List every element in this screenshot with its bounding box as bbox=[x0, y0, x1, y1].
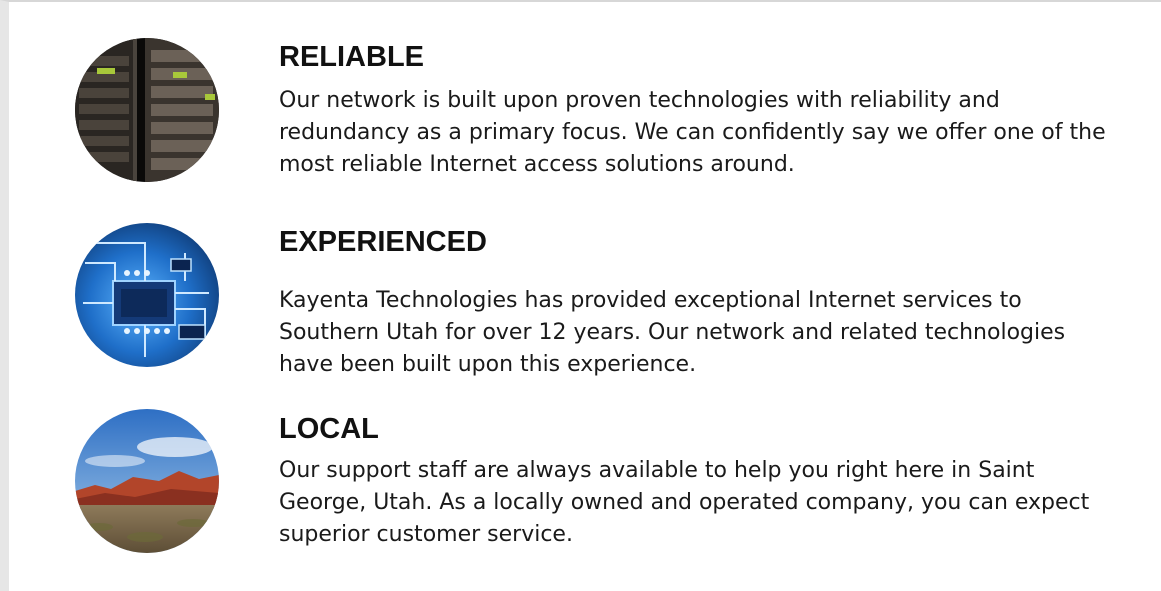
desert-landscape-image bbox=[75, 409, 219, 553]
feature-description: Our support staff are always available t… bbox=[279, 458, 1090, 547]
feature-description: Our network is built upon proven technol… bbox=[279, 88, 1106, 177]
server-rack-image bbox=[75, 38, 219, 182]
feature-description: Kayenta Technologies has provided except… bbox=[279, 288, 1066, 377]
page-frame: RELIABLE Our network is built upon prove… bbox=[0, 0, 1161, 591]
circuit-board-image bbox=[75, 223, 219, 367]
feature-title: EXPERIENCED bbox=[279, 226, 487, 258]
feature-title: RELIABLE bbox=[279, 41, 424, 73]
feature-title: LOCAL bbox=[279, 413, 379, 445]
